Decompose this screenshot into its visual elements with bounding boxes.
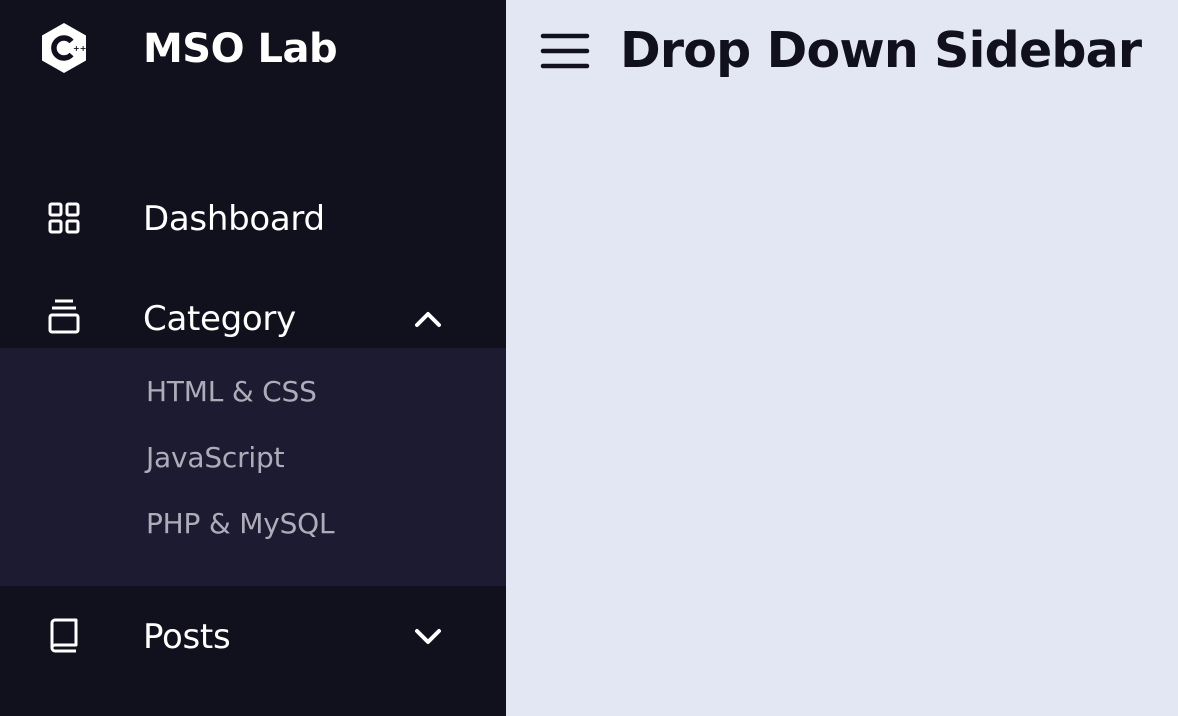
- home-section-header: Drop Down Sidebar: [506, 0, 1178, 100]
- submenu-link-javascript[interactable]: JavaScript: [146, 438, 285, 478]
- sidebar-item-posts[interactable]: Posts: [0, 602, 506, 672]
- category-submenu: HTML & CSS JavaScript PHP & MySQL: [0, 348, 506, 586]
- chevron-down-icon[interactable]: [412, 622, 444, 652]
- sidebar-item-category[interactable]: Category: [0, 284, 506, 354]
- logo-name: MSO Lab: [143, 26, 338, 72]
- sidebar-item-dashboard[interactable]: Dashboard: [0, 184, 506, 254]
- submenu-link-php-mysql[interactable]: PHP & MySQL: [146, 504, 335, 544]
- sidebar-item-label: Category: [143, 299, 296, 339]
- collection-icon: [44, 298, 84, 334]
- logo-details: ++ MSO Lab: [0, 0, 506, 100]
- page-title: Drop Down Sidebar: [620, 22, 1142, 79]
- chevron-up-icon[interactable]: [412, 304, 444, 334]
- svg-text:++: ++: [73, 44, 86, 53]
- cpp-logo-icon: ++: [40, 22, 88, 74]
- grid-icon: [44, 202, 84, 238]
- sidebar: ++ MSO Lab Dashboard Category HTML & CSS…: [0, 0, 506, 716]
- hamburger-menu-icon[interactable]: [540, 30, 590, 74]
- sidebar-item-label: Dashboard: [143, 199, 325, 239]
- sidebar-item-label: Posts: [143, 617, 231, 657]
- submenu-link-html-css[interactable]: HTML & CSS: [146, 372, 317, 412]
- book-icon: [44, 618, 84, 654]
